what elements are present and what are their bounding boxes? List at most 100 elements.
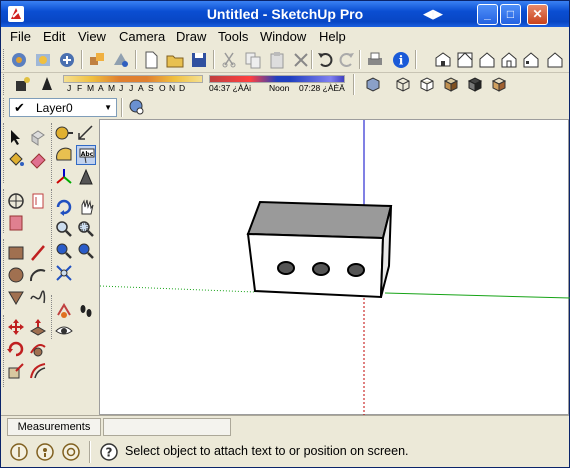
zoom-tool-icon[interactable] <box>54 219 74 239</box>
tape-measure-icon[interactable] <box>54 123 74 143</box>
section-plane-icon[interactable] <box>54 301 74 321</box>
time-slider[interactable] <box>209 75 345 83</box>
eraser-tool-icon[interactable] <box>28 149 48 169</box>
components-icon[interactable] <box>87 50 107 70</box>
instructor-help-icon[interactable]: ? <box>99 442 119 462</box>
box-hole <box>312 262 330 276</box>
sign-in-icon[interactable] <box>61 442 81 462</box>
hidden-line-style-icon[interactable] <box>417 74 437 94</box>
view-left-icon[interactable] <box>545 50 565 70</box>
print-icon[interactable] <box>365 50 385 70</box>
menu-edit[interactable]: Edit <box>43 29 65 44</box>
rectangle-tool-icon[interactable] <box>6 243 26 263</box>
share-model-icon[interactable] <box>57 50 77 70</box>
window-nav-arrows-icon[interactable]: ◀▶ <box>423 5 447 23</box>
geo-location-icon[interactable] <box>9 442 29 462</box>
rotate-tool-icon[interactable] <box>6 339 26 359</box>
modeling-viewport[interactable] <box>99 119 570 416</box>
month-label: D <box>179 83 186 93</box>
getting-started-icon[interactable] <box>9 50 29 70</box>
monochrome-style-icon[interactable] <box>489 74 509 94</box>
polygon-tool-icon[interactable] <box>6 287 26 307</box>
zoom-window-icon[interactable] <box>76 219 96 239</box>
view-front-icon[interactable] <box>477 50 497 70</box>
next-view-icon[interactable] <box>76 241 96 261</box>
box-model[interactable] <box>246 200 393 299</box>
dimension-tool-icon[interactable] <box>76 123 96 143</box>
select-tool-icon[interactable] <box>6 127 26 147</box>
redo-icon[interactable] <box>337 50 357 70</box>
credits-icon[interactable] <box>35 442 55 462</box>
footprints-icon[interactable] <box>76 301 96 321</box>
materials-icon[interactable] <box>111 50 131 70</box>
maximize-button[interactable]: □ <box>500 4 521 25</box>
view-iso-icon[interactable] <box>433 50 453 70</box>
3d-text-icon[interactable] <box>76 167 96 187</box>
tool-palette: Abc <box>1 119 99 415</box>
undo-icon[interactable] <box>315 50 335 70</box>
month-slider[interactable] <box>63 75 203 83</box>
shadow-settings-icon[interactable] <box>13 74 33 94</box>
zoom-extents-icon[interactable] <box>54 263 74 283</box>
close-button[interactable]: ✕ <box>527 4 548 25</box>
cut-icon[interactable] <box>219 50 239 70</box>
walk-tool-icon[interactable] <box>28 191 48 211</box>
model-info-icon[interactable]: i <box>391 50 411 70</box>
view-top-icon[interactable] <box>455 50 475 70</box>
offset-tool-icon[interactable] <box>28 361 48 381</box>
menu-window[interactable]: Window <box>260 29 306 44</box>
protractor-icon[interactable] <box>54 145 74 165</box>
minimize-button[interactable]: _ <box>477 4 498 25</box>
eye-look-icon[interactable] <box>54 321 74 341</box>
svg-text:Abc: Abc <box>81 151 94 158</box>
month-label: M <box>108 83 116 93</box>
menu-view[interactable]: View <box>78 29 106 44</box>
svg-text:?: ? <box>106 446 113 460</box>
text-tool-icon[interactable]: Abc <box>76 145 96 165</box>
orbit-tool-icon[interactable] <box>54 197 74 217</box>
scale-tool-icon[interactable] <box>6 361 26 381</box>
layer-dropdown[interactable]: ✔ Layer0 ▼ <box>9 98 117 117</box>
menu-camera[interactable]: Camera <box>119 29 165 44</box>
pan-tool-icon[interactable] <box>76 197 96 217</box>
display-shadows-icon[interactable] <box>37 74 57 94</box>
month-label: O <box>159 83 166 93</box>
month-label: J <box>67 83 72 93</box>
line-tool-icon[interactable] <box>28 243 48 263</box>
move-tool-icon[interactable] <box>6 317 26 337</box>
xray-style-icon[interactable] <box>363 74 383 94</box>
paint-bucket-icon[interactable] <box>6 149 26 169</box>
erase-icon[interactable] <box>291 50 311 70</box>
shaded-textures-style-icon[interactable] <box>465 74 485 94</box>
copy-icon[interactable] <box>243 50 263 70</box>
axes-tool-icon[interactable] <box>54 167 74 187</box>
make-component-icon[interactable] <box>28 127 48 147</box>
measurements-input[interactable] <box>103 418 231 436</box>
push-pull-icon[interactable] <box>28 317 48 337</box>
open-file-icon[interactable] <box>165 50 185 70</box>
wireframe-style-icon[interactable] <box>393 74 413 94</box>
circle-tool-icon[interactable] <box>6 265 26 285</box>
look-around-icon[interactable] <box>6 213 26 233</box>
follow-me-icon[interactable] <box>28 339 48 359</box>
view-back-icon[interactable] <box>521 50 541 70</box>
position-camera-icon[interactable] <box>6 191 26 211</box>
warehouse-icon[interactable] <box>33 50 53 70</box>
arc-tool-icon[interactable] <box>28 265 48 285</box>
menu-tools[interactable]: Tools <box>218 29 248 44</box>
month-label: M <box>87 83 95 93</box>
green-axis-positive <box>384 292 570 299</box>
new-file-icon[interactable] <box>141 50 161 70</box>
previous-view-icon[interactable] <box>54 241 74 261</box>
paste-icon[interactable] <box>267 50 287 70</box>
menu-draw[interactable]: Draw <box>176 29 206 44</box>
layer-name: Layer0 <box>36 101 73 115</box>
time-noon-label: Noon <box>269 83 290 93</box>
save-icon[interactable] <box>189 50 209 70</box>
menu-file[interactable]: File <box>10 29 31 44</box>
view-right-icon[interactable] <box>499 50 519 70</box>
layer-manager-icon[interactable] <box>127 97 147 117</box>
menu-help[interactable]: Help <box>319 29 346 44</box>
freehand-tool-icon[interactable] <box>28 287 48 307</box>
shaded-style-icon[interactable] <box>441 74 461 94</box>
